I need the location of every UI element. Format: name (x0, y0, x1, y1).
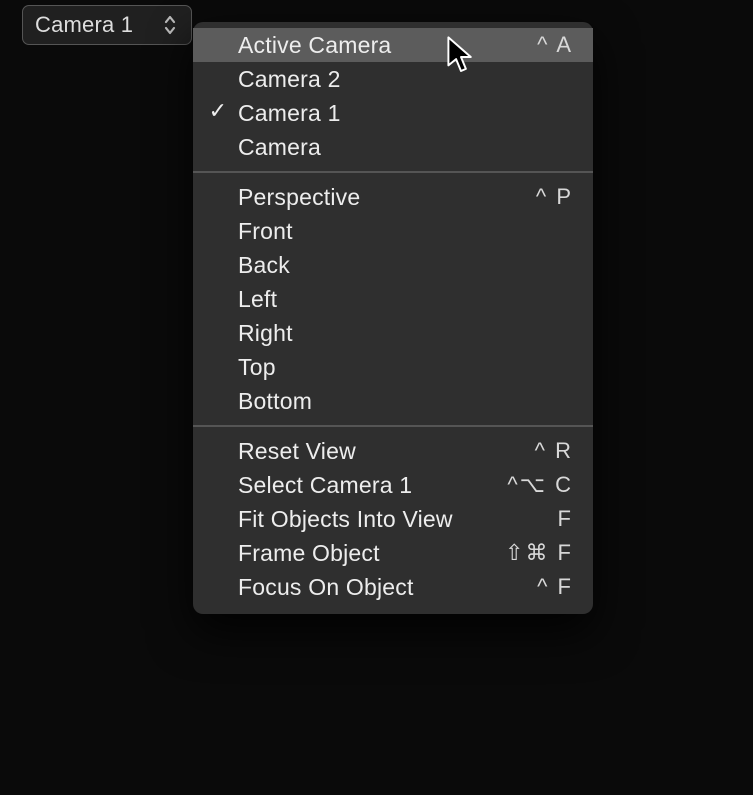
menu-item-shortcut: F (558, 506, 573, 532)
menu-item-shortcut: ^ F (537, 574, 573, 600)
menu-item-front[interactable]: Front (193, 214, 593, 248)
menu-item-camera-2[interactable]: Camera 2 (193, 62, 593, 96)
menu-item-label: Frame Object (238, 540, 505, 567)
menu-item-back[interactable]: Back (193, 248, 593, 282)
menu-item-shortcut: ^ R (535, 438, 573, 464)
menu-item-label: Focus On Object (238, 574, 537, 601)
menu-item-label: Front (238, 218, 573, 245)
menu-item-shortcut: ⇧⌘ F (505, 540, 573, 566)
menu-item-shortcut: ^ P (536, 184, 573, 210)
menu-item-label: Camera (238, 134, 573, 161)
viewport-stage: { "button": { "label": "Camera 1" }, "me… (0, 0, 753, 795)
check-icon: ✓ (206, 98, 230, 124)
menu-separator (193, 171, 593, 173)
menu-item-label: Active Camera (238, 32, 537, 59)
menu-item-label: Select Camera 1 (238, 472, 507, 499)
menu-item-label: Left (238, 286, 573, 313)
menu-item-left[interactable]: Left (193, 282, 593, 316)
menu-item-label: Right (238, 320, 573, 347)
menu-item-frame-object[interactable]: Frame Object⇧⌘ F (193, 536, 593, 570)
menu-item-select-camera-1[interactable]: Select Camera 1^⌥ C (193, 468, 593, 502)
menu-item-shortcut: ^ A (537, 32, 573, 58)
menu-item-label: Bottom (238, 388, 573, 415)
updown-chevron-icon (163, 14, 177, 36)
menu-item-label: Perspective (238, 184, 536, 211)
menu-item-camera-1[interactable]: ✓ Camera 1 (193, 96, 593, 130)
menu-item-right[interactable]: Right (193, 316, 593, 350)
menu-separator (193, 425, 593, 427)
camera-view-menu[interactable]: Active Camera^ A Camera 2 ✓ Camera 1 Camera P… (193, 22, 593, 614)
menu-item-label: Fit Objects Into View (238, 506, 558, 533)
menu-item-active-camera[interactable]: Active Camera^ A (193, 28, 593, 62)
menu-item-camera[interactable]: Camera (193, 130, 593, 164)
menu-item-focus-on-object[interactable]: Focus On Object^ F (193, 570, 593, 604)
menu-item-reset-view[interactable]: Reset View^ R (193, 434, 593, 468)
menu-item-label: Back (238, 252, 573, 279)
menu-item-label: Camera 1 (238, 100, 573, 127)
camera-popup-label: Camera 1 (35, 12, 133, 38)
camera-popup-button[interactable]: Camera 1 (22, 5, 192, 45)
menu-item-perspective[interactable]: Perspective^ P (193, 180, 593, 214)
menu-item-top[interactable]: Top (193, 350, 593, 384)
menu-item-bottom[interactable]: Bottom (193, 384, 593, 418)
menu-item-label: Top (238, 354, 573, 381)
menu-item-label: Reset View (238, 438, 535, 465)
menu-item-label: Camera 2 (238, 66, 573, 93)
menu-item-shortcut: ^⌥ C (507, 472, 573, 498)
menu-item-fit-objects-into-view[interactable]: Fit Objects Into ViewF (193, 502, 593, 536)
